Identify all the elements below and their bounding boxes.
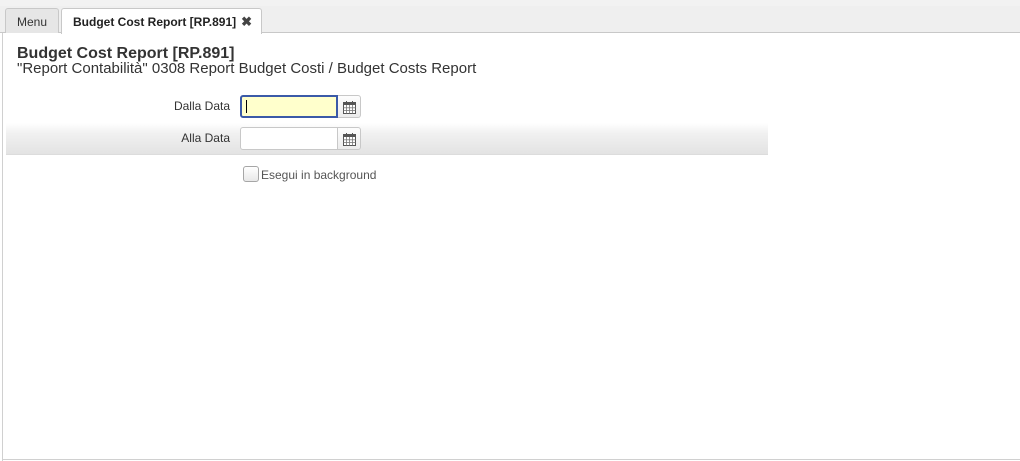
to-date-input[interactable] [240,127,338,150]
from-date-calendar-button[interactable] [338,95,361,118]
tab-bar: Menu Budget Cost Report [RP.891] ✖ [0,6,1020,34]
form-row-from-date: Dalla Data [6,91,768,123]
calendar-icon [343,101,356,114]
tab-menu[interactable]: Menu [5,8,59,33]
content-border [2,459,1020,460]
from-date-label: Dalla Data [173,99,230,113]
tab-label: Budget Cost Report [RP.891] [73,15,237,29]
background-checkbox[interactable] [243,166,259,182]
app-window: Menu Budget Cost Report [RP.891] ✖ Budge… [0,0,1020,461]
content-border [2,33,3,461]
close-icon[interactable]: ✖ [241,10,252,34]
form-row-to-date: Alla Data [6,123,768,155]
calendar-icon [343,133,356,146]
from-date-input[interactable] [240,95,338,118]
tab-budget-cost-report[interactable]: Budget Cost Report [RP.891] ✖ [61,8,262,34]
to-date-calendar-button[interactable] [338,127,361,150]
text-caret [246,100,247,113]
to-date-label: Alla Data [181,131,230,145]
page-subtitle: "Report Contabilità" 0308 Report Budget … [17,60,477,77]
background-checkbox-label[interactable]: Esegui in background [261,168,376,182]
